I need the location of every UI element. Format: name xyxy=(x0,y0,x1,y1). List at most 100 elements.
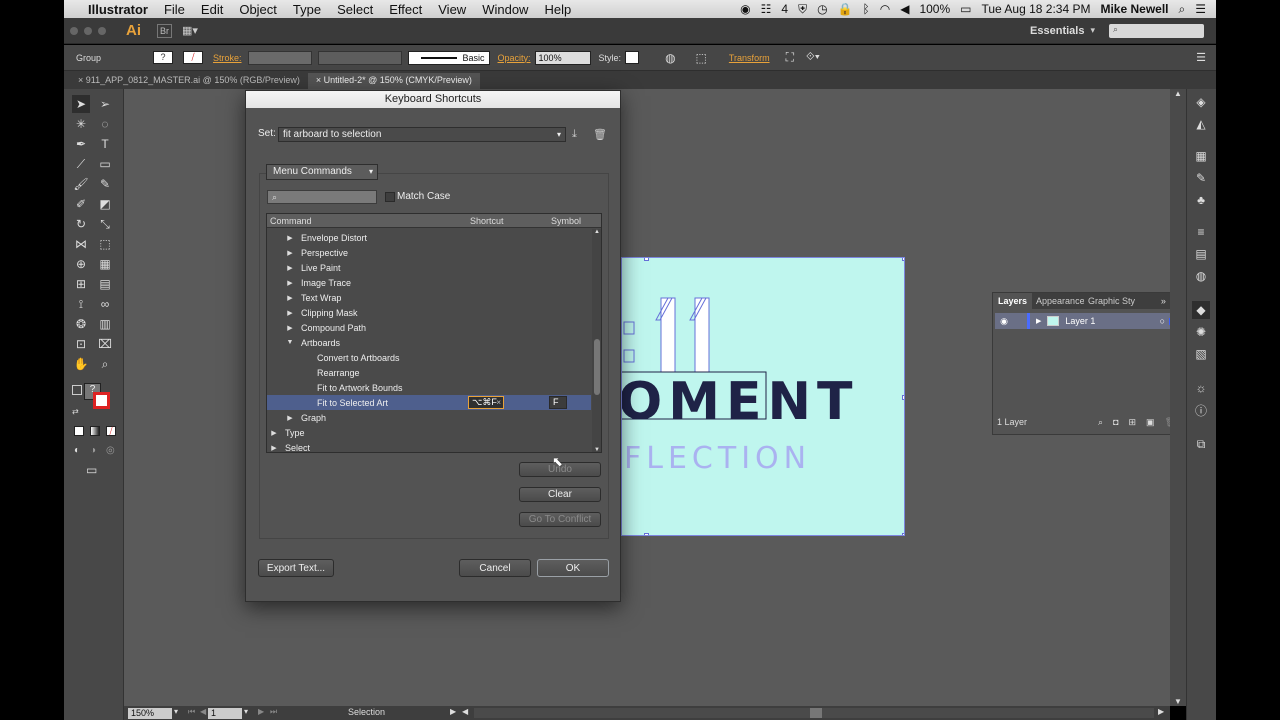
recolor-artwork-icon[interactable]: ◍ xyxy=(665,51,675,65)
column-shortcut[interactable]: Shortcut xyxy=(470,216,504,226)
opacity-input[interactable]: 100% xyxy=(534,50,591,65)
color-guide-icon[interactable]: ◈ xyxy=(1192,93,1210,111)
current-tool-status[interactable]: Selection xyxy=(348,707,385,717)
type-tool-icon[interactable]: T xyxy=(96,135,114,153)
artboards-panel-icon[interactable]: ⧉ xyxy=(1192,435,1210,453)
window-minimize-dot[interactable] xyxy=(84,26,92,35)
workspace-chevron-icon[interactable]: ▾ xyxy=(1090,25,1095,36)
clear-shortcut-icon[interactable]: × xyxy=(496,397,501,408)
column-command[interactable]: Command xyxy=(270,216,312,226)
table-scrollbar[interactable]: ▲ ▼ xyxy=(592,229,601,452)
draw-mode-icon[interactable]: ◐ xyxy=(74,445,80,456)
new-sublayer-icon[interactable]: ⊞ xyxy=(1129,417,1137,428)
command-row[interactable]: ▶ Image Trace xyxy=(267,275,591,290)
variable-width-profile[interactable] xyxy=(317,50,402,65)
mesh-tool-icon[interactable]: ⊞ xyxy=(72,275,90,293)
record-icon[interactable]: ◉ xyxy=(740,2,750,16)
command-row[interactable]: ▼ Artboards xyxy=(267,335,591,350)
rotate-tool-icon[interactable]: ↻ xyxy=(72,215,90,233)
vertical-scrollbar[interactable]: ▲ ▼ xyxy=(1170,89,1186,706)
menu-window[interactable]: Window xyxy=(474,2,536,17)
shortcut-field[interactable]: ⌥⌘F × xyxy=(468,396,504,409)
visibility-eye-icon[interactable]: ◉ xyxy=(995,316,1013,327)
time-machine-icon[interactable]: ◷ xyxy=(817,2,827,16)
menu-select[interactable]: Select xyxy=(329,2,381,17)
battery-icon[interactable]: ▭ xyxy=(960,2,971,16)
save-set-icon[interactable]: ⤓ xyxy=(572,128,577,141)
column-graph-tool-icon[interactable]: ▥ xyxy=(96,315,114,333)
category-dropdown[interactable]: Menu Commands ▾ xyxy=(266,164,378,180)
panel-menu-icon[interactable]: ☰ xyxy=(1196,51,1206,64)
slice-tool-icon[interactable]: ⌧ xyxy=(96,335,114,353)
gradient-panel-icon[interactable]: ▤ xyxy=(1192,245,1210,263)
scroll-up-icon[interactable]: ▲ xyxy=(594,229,600,235)
horizontal-scrollbar[interactable] xyxy=(474,708,1154,718)
stroke-weight-input[interactable] xyxy=(247,50,312,65)
artboard[interactable]: OMENT FLECTION xyxy=(621,257,905,536)
eraser-tool-icon[interactable]: ◩ xyxy=(96,195,114,213)
menu-edit[interactable]: Edit xyxy=(193,2,231,17)
lasso-tool-icon[interactable]: ◌ xyxy=(96,115,114,133)
disclosure-open-icon[interactable]: ▼ xyxy=(285,339,295,346)
stroke-label[interactable]: Stroke: xyxy=(213,53,242,63)
sun-icon[interactable]: ☼ xyxy=(1192,379,1210,397)
disclosure-closed-icon[interactable]: ▶ xyxy=(285,234,295,242)
graphic-styles-icon[interactable]: ▧ xyxy=(1192,345,1210,363)
none-mode-icon[interactable]: ⧸ xyxy=(106,426,116,436)
menu-type[interactable]: Type xyxy=(285,2,329,17)
hand-tool-icon[interactable]: ✋ xyxy=(72,355,90,373)
transform-link[interactable]: Transform xyxy=(729,53,770,63)
line-tool-icon[interactable]: ⟋ xyxy=(72,155,90,173)
workspace-switcher[interactable]: Essentials xyxy=(1030,25,1084,37)
search-help-input[interactable]: ⌕ xyxy=(1109,23,1204,38)
clear-button[interactable]: Clear xyxy=(519,487,601,502)
command-row[interactable]: Convert to Artboards xyxy=(267,350,591,365)
locate-object-icon[interactable]: ⌕ xyxy=(1098,417,1103,428)
shape-builder-tool-icon[interactable]: ⊕ xyxy=(72,255,90,273)
pencil-tool-icon[interactable]: ✎ xyxy=(96,175,114,193)
zoom-chevron-icon[interactable]: ▾ xyxy=(174,707,178,716)
free-transform-tool-icon[interactable]: ⬚ xyxy=(96,235,114,253)
magic-wand-tool-icon[interactable]: ✳ xyxy=(72,115,90,133)
command-row[interactable]: ▶ Text Wrap xyxy=(267,290,591,305)
search-input[interactable]: ⌕ xyxy=(267,190,377,204)
menu-effect[interactable]: Effect xyxy=(381,2,430,17)
status-menu-icon[interactable]: ▶ xyxy=(450,707,456,716)
target-icon[interactable]: ○ xyxy=(1160,316,1165,326)
command-row[interactable]: Fit to Selected Art ⌥⌘F × F xyxy=(267,395,591,410)
scroll-thumb[interactable] xyxy=(594,339,600,395)
set-dropdown[interactable]: fit arboard to selection ▾ xyxy=(278,127,566,142)
stroke-box[interactable] xyxy=(93,392,110,409)
command-row[interactable]: ▶ Clipping Mask xyxy=(267,305,591,320)
selection-handle[interactable] xyxy=(644,258,649,261)
command-row[interactable]: Rearrange xyxy=(267,365,591,380)
envelope-options-icon[interactable]: ⟐▾ xyxy=(806,51,820,64)
first-artboard-icon[interactable]: ⏮ xyxy=(188,707,195,717)
info-icon[interactable]: ⓘ xyxy=(1192,401,1210,419)
width-tool-icon[interactable]: ⋈ xyxy=(72,235,90,253)
opacity-label[interactable]: Opacity: xyxy=(498,53,531,63)
window-zoom-dot[interactable] xyxy=(98,26,106,35)
draw-inside-icon[interactable]: ◎ xyxy=(106,445,115,456)
appearance-icon[interactable]: ✺ xyxy=(1192,323,1210,341)
selection-handle[interactable] xyxy=(902,258,904,261)
menu-file[interactable]: File xyxy=(156,2,193,17)
align-icon[interactable]: ⬚ xyxy=(696,51,707,65)
perspective-grid-tool-icon[interactable]: ▦ xyxy=(96,255,114,273)
column-symbol[interactable]: Symbol xyxy=(551,216,581,226)
panel-expand-icon[interactable]: » xyxy=(1161,296,1170,306)
menu-app-name[interactable]: Illustrator xyxy=(80,2,156,17)
command-row[interactable]: ▶ Compound Path xyxy=(267,320,591,335)
close-icon[interactable]: × xyxy=(78,75,83,85)
clock[interactable]: Tue Aug 18 2:34 PM xyxy=(982,2,1091,16)
disclosure-closed-icon[interactable]: ▶ xyxy=(285,264,295,272)
isolate-icon[interactable]: ⛶ xyxy=(786,50,794,65)
rectangle-tool-icon[interactable]: ▭ xyxy=(96,155,114,173)
disclosure-closed-icon[interactable]: ▶ xyxy=(285,309,295,317)
symbols-icon[interactable]: ♣ xyxy=(1192,191,1210,209)
swap-fill-stroke-icon[interactable]: ⇄ xyxy=(72,407,79,416)
command-row[interactable]: ▶ Perspective xyxy=(267,245,591,260)
match-case-label[interactable]: Match Case xyxy=(397,191,450,202)
battery-percent[interactable]: 100% xyxy=(919,2,950,16)
default-fill-stroke-icon[interactable] xyxy=(72,385,82,395)
